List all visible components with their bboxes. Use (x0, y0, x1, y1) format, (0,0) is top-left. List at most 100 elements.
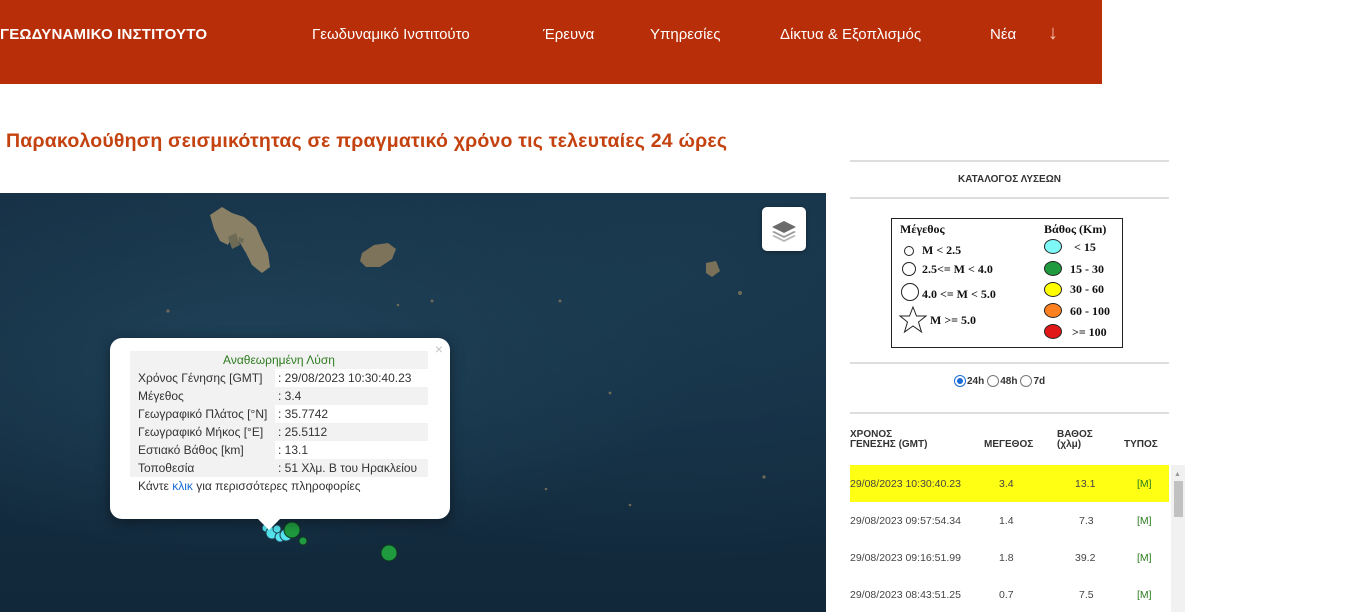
cell-depth: 39.2 (1075, 552, 1096, 564)
depth-color-swatch (1044, 239, 1062, 254)
popup-header: Αναθεωρημένη Λύση (130, 351, 428, 369)
legend-depth-item: >= 100 (1072, 325, 1107, 339)
legend-depth-item: 15 - 30 (1070, 262, 1104, 276)
popup-key: Χρόνος Γένησης [GMT] (130, 369, 275, 387)
legend-depth-title: Βάθος (Km) (1044, 222, 1107, 236)
cell-depth: 7.5 (1079, 589, 1094, 601)
site-brand[interactable]: ΓΕΩΔΥΝΑΜΙΚΟ ΙΝΣΤΙΤΟΥΤΟ (0, 26, 207, 43)
popup-key: Μέγεθος (130, 387, 275, 405)
layers-icon (772, 221, 796, 242)
page-title: Παρακολούθηση σεισμικότητας σε πραγματικ… (6, 130, 728, 152)
island-islet (430, 299, 434, 303)
island-islet (166, 309, 170, 313)
island-anafi (360, 243, 396, 267)
magnitude-circle-icon (904, 246, 914, 256)
radio-label: 7d (1033, 375, 1046, 387)
cell-type: [M] (1137, 515, 1152, 527)
nav-item-services[interactable]: Υπηρεσίες (650, 26, 720, 43)
popup-key: Εστιακό Βάθος [km] (130, 441, 275, 459)
popup-more-info: Κάντε κλικ για περισσότερες πληροφορίες (130, 477, 428, 495)
popup-value: : 51 Χλμ. Β του Ηρακλείου (275, 459, 428, 477)
divider (850, 362, 1169, 364)
earthquake-marker (380, 544, 398, 562)
popup-row: Τοποθεσία : 51 Χλμ. Β του Ηρακλείου (130, 459, 428, 477)
scroll-up-icon[interactable]: ▲ (1174, 471, 1181, 478)
legend-depth-item: < 15 (1074, 240, 1096, 254)
cell-time: 29/08/2023 09:57:54.34 (850, 515, 961, 527)
nav-item-news[interactable]: Νέα (990, 26, 1016, 43)
table-row[interactable]: 29/08/2023 08:43:51.25 0.7 7.5 [M] (850, 576, 1169, 613)
popup-row: Γεωγραφικό Μήκος [°E] : 25.5112 (130, 423, 428, 441)
depth-color-swatch (1044, 324, 1062, 339)
island-islet (396, 303, 400, 307)
radio-7d[interactable] (1020, 375, 1033, 387)
cell-type: [M] (1137, 552, 1152, 564)
cell-time: 29/08/2023 10:30:40.23 (850, 478, 961, 490)
cell-time: 29/08/2023 08:43:51.25 (850, 589, 961, 601)
island-islet (608, 391, 612, 395)
map-legend: Μέγεθος Βάθος (Km) M < 2.5 2.5<= M < 4.0… (891, 218, 1123, 348)
radio-label: 24h (967, 375, 985, 387)
popup-value: : 29/08/2023 10:30:40.23 (278, 371, 412, 385)
island-islet (738, 291, 742, 295)
popup-row: Γεωγραφικό Πλάτος [°N] : 35.7742 (130, 405, 428, 423)
popup-value: : 3.4 (275, 387, 428, 405)
divider (850, 160, 1169, 162)
table-row[interactable]: 29/08/2023 09:57:54.34 1.4 7.3 [M] (850, 502, 1169, 539)
popup-more-link[interactable]: κλικ (172, 479, 193, 493)
cell-magnitude: 1.8 (999, 552, 1014, 564)
legend-depth-item: 60 - 100 (1070, 304, 1110, 318)
cell-time: 29/08/2023 09:16:51.99 (850, 552, 961, 564)
popup-value: : 35.7742 (278, 407, 329, 421)
nav-item-networks[interactable]: Δίκτυα & Εξοπλισμός (780, 26, 921, 43)
cell-magnitude: 3.4 (999, 478, 1014, 490)
earthquake-marker (283, 521, 301, 539)
popup-value: : 25.5112 (275, 423, 428, 441)
seismicity-map[interactable]: × Αναθεωρημένη Λύση Χρόνος Γένησης [GMT]… (0, 193, 826, 612)
cell-type: [M] (1137, 478, 1152, 490)
divider (850, 412, 1169, 414)
legend-magnitude-item: 2.5<= M < 4.0 (922, 262, 993, 276)
island-islet (558, 299, 562, 303)
col-header-type[interactable]: ΤΥΠΟΣ (1124, 440, 1158, 450)
legend-depth-item: 30 - 60 (1070, 282, 1104, 296)
divider (850, 197, 1169, 199)
scrollbar-thumb[interactable] (1174, 481, 1183, 517)
popup-more-suffix: για περισσότερες πληροφορίες (192, 479, 361, 493)
depth-color-swatch (1044, 261, 1062, 276)
popup-row: Χρόνος Γένησης [GMT] : 29/08/2023 10:30:… (130, 369, 428, 387)
col-header-depth-line2: (χλμ) (1057, 439, 1082, 450)
period-selector: 24h 48h 7d (954, 375, 1048, 387)
col-header-magnitude[interactable]: ΜΕΓΕΘΟΣ (984, 440, 1033, 450)
legend-magnitude-item: M >= 5.0 (930, 313, 977, 327)
table-row[interactable]: 29/08/2023 09:16:51.99 1.8 39.2 [M] (850, 539, 1169, 576)
popup-row: Μέγεθος : 3.4 (130, 387, 428, 405)
nav-item-research[interactable]: Έρευνα (543, 26, 594, 43)
star-icon (898, 305, 928, 334)
island-islet (762, 475, 766, 479)
radio-24h[interactable] (954, 375, 966, 387)
magnitude-circle-icon (901, 283, 919, 301)
cell-depth: 13.1 (1075, 478, 1096, 490)
popup-key: Γεωγραφικό Πλάτος [°N] (130, 405, 275, 423)
table-row[interactable]: 29/08/2023 10:30:40.23 3.4 13.1 [M] (850, 465, 1169, 502)
col-header-time[interactable]: ΧΡΟΝΟΣ ΓΕΝΕΣΗΣ (GMT) (850, 430, 927, 450)
catalog-sidebar: ΚΑΤΑΛΟΓΟΣ ΛΥΣΕΩΝ Μέγεθος Βάθος (Km) M < … (850, 160, 1185, 613)
radio-48h[interactable] (987, 375, 1000, 387)
popup-row: Εστιακό Βάθος [km] : 13.1 (130, 441, 428, 459)
popup-key: Γεωγραφικό Μήκος [°E] (130, 423, 275, 441)
col-header-depth[interactable]: ΒΑΘΟΣ (χλμ) (1057, 430, 1093, 450)
top-navbar: ΓΕΩΔΥΝΑΜΙΚΟ ΙΝΣΤΙΤΟΥΤΟ Γεωδυναμικό Ινστι… (0, 0, 1102, 84)
popup-close-button[interactable]: × (435, 341, 443, 357)
col-header-time-line2: ΓΕΝΕΣΗΣ (GMT) (850, 439, 928, 450)
island-islet (544, 487, 548, 491)
popup-value: : 13.1 (278, 443, 309, 457)
arrow-down-icon[interactable]: ↓ (1048, 22, 1058, 45)
cell-magnitude: 1.4 (999, 515, 1014, 527)
radio-label: 48h (1000, 375, 1018, 387)
popup-more-prefix: Κάντε (138, 479, 173, 493)
layers-control-button[interactable] (762, 207, 806, 251)
magnitude-circle-icon (902, 262, 916, 276)
catalog-title: ΚΑΤΑΛΟΓΟΣ ΛΥΣΕΩΝ (958, 174, 1061, 185)
nav-item-institute[interactable]: Γεωδυναμικό Ινστιτούτο (312, 26, 470, 43)
